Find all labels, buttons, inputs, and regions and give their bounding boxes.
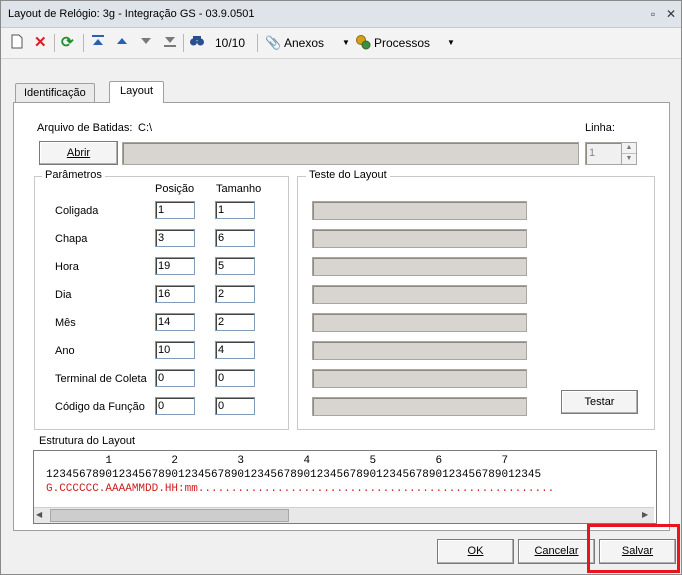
position-input-dia[interactable]: 16 bbox=[155, 285, 195, 303]
file-path-field bbox=[122, 142, 579, 165]
spinner-up-icon[interactable]: ▲ bbox=[622, 143, 636, 154]
line-label: Linha: bbox=[585, 122, 615, 134]
position-input-ano[interactable]: 10 bbox=[155, 341, 195, 359]
parameters-title: Parâmetros bbox=[42, 169, 105, 181]
size-input-mes[interactable]: 2 bbox=[215, 313, 255, 331]
test-button[interactable]: Testar bbox=[561, 390, 638, 414]
position-input-chapa[interactable]: 3 bbox=[155, 229, 195, 247]
batidas-file-label: Arquivo de Batidas: bbox=[37, 122, 133, 134]
size-input-coligada[interactable]: 1 bbox=[215, 201, 255, 219]
scroll-left-icon[interactable]: ◀ bbox=[36, 510, 42, 519]
test-result-field bbox=[312, 257, 527, 276]
line-field[interactable]: 1 bbox=[585, 142, 626, 165]
structure-layout-line: G.CCCCCC.AAAAMMDD.HH:mm.................… bbox=[46, 483, 555, 495]
processes-dropdown-icon[interactable]: ▼ bbox=[447, 34, 455, 52]
toolbar: ✕ ⟳ 10/10 📎 Anexos ▼ Processos ▼ bbox=[1, 28, 681, 59]
param-label: Mês bbox=[55, 317, 76, 329]
structure-digits-ruler: 1234567890123456789012345678901234567890… bbox=[46, 469, 542, 481]
size-input-hora[interactable]: 5 bbox=[215, 257, 255, 275]
param-label: Chapa bbox=[55, 233, 88, 245]
close-icon[interactable]: ✕ bbox=[664, 7, 678, 21]
position-column-header: Posição bbox=[155, 183, 195, 195]
layout-window: Layout de Relógio: 3g - Integração GS - … bbox=[0, 0, 682, 575]
first-record-icon[interactable] bbox=[91, 34, 105, 52]
attachments-menu[interactable]: Anexos bbox=[284, 34, 324, 52]
title-bar: Layout de Relógio: 3g - Integração GS - … bbox=[1, 1, 681, 28]
ok-button-label: OK bbox=[467, 545, 484, 557]
size-column-header: Tamanho bbox=[216, 183, 262, 195]
size-input-ano[interactable]: 4 bbox=[215, 341, 255, 359]
test-result-field bbox=[312, 341, 527, 360]
batidas-file-path: C:\ bbox=[138, 122, 153, 134]
processes-menu[interactable]: Processos bbox=[374, 34, 430, 52]
scroll-right-icon[interactable]: ▶ bbox=[642, 510, 648, 519]
test-result-field bbox=[312, 369, 527, 388]
test-result-field bbox=[312, 397, 527, 416]
next-record-icon[interactable] bbox=[139, 34, 153, 52]
size-input-terminal[interactable]: 0 bbox=[215, 369, 255, 387]
tab-layout[interactable]: Layout bbox=[109, 81, 165, 103]
test-result-field bbox=[312, 229, 527, 248]
test-layout-title: Teste do Layout bbox=[306, 169, 390, 181]
last-record-icon[interactable] bbox=[163, 34, 177, 52]
position-input-terminal[interactable]: 0 bbox=[155, 369, 195, 387]
delete-icon[interactable]: ✕ bbox=[34, 34, 47, 52]
record-counter: 10/10 bbox=[215, 36, 246, 50]
new-record-icon[interactable] bbox=[11, 34, 23, 52]
scrollbar-thumb[interactable] bbox=[50, 509, 289, 522]
line-spinner[interactable]: ▲ ▼ bbox=[621, 142, 637, 165]
processes-icon[interactable] bbox=[355, 34, 371, 52]
test-result-field bbox=[312, 313, 527, 332]
cancel-button[interactable]: Cancelar bbox=[518, 539, 595, 564]
structure-viewer: 1 2 3 4 5 6 7 12345678901234567890123456… bbox=[33, 450, 657, 524]
tab-strip: Identificação Layout bbox=[1, 81, 681, 103]
param-label: Código da Função bbox=[55, 401, 145, 413]
attachment-icon[interactable]: 📎 bbox=[265, 34, 281, 52]
size-input-chapa[interactable]: 6 bbox=[215, 229, 255, 247]
spinner-down-icon[interactable]: ▼ bbox=[622, 154, 636, 164]
refresh-icon[interactable]: ⟳ bbox=[61, 34, 74, 52]
position-input-codigo-funcao[interactable]: 0 bbox=[155, 397, 195, 415]
ok-button[interactable]: OK bbox=[437, 539, 514, 564]
position-input-hora[interactable]: 19 bbox=[155, 257, 195, 275]
horizontal-scrollbar[interactable]: ◀ ▶ bbox=[34, 507, 654, 523]
test-result-field bbox=[312, 285, 527, 304]
position-input-mes[interactable]: 14 bbox=[155, 313, 195, 331]
attachments-dropdown-icon[interactable]: ▼ bbox=[342, 34, 350, 52]
restore-icon[interactable]: ▫ bbox=[646, 7, 660, 21]
test-result-field bbox=[312, 201, 527, 220]
window-title: Layout de Relógio: 3g - Integração GS - … bbox=[8, 8, 255, 20]
param-label: Terminal de Coleta bbox=[55, 373, 147, 385]
size-input-dia[interactable]: 2 bbox=[215, 285, 255, 303]
param-label: Ano bbox=[55, 345, 75, 357]
position-input-coligada[interactable]: 1 bbox=[155, 201, 195, 219]
size-input-codigo-funcao[interactable]: 0 bbox=[215, 397, 255, 415]
structure-tens-ruler: 1 2 3 4 5 6 7 bbox=[46, 455, 509, 467]
previous-record-icon[interactable] bbox=[115, 34, 129, 52]
param-label: Dia bbox=[55, 289, 72, 301]
save-highlight-box bbox=[587, 524, 680, 573]
open-file-button[interactable]: Abrir bbox=[39, 141, 118, 165]
param-label: Hora bbox=[55, 261, 79, 273]
cancel-button-label: Cancelar bbox=[534, 545, 579, 557]
search-icon[interactable] bbox=[189, 34, 205, 52]
tab-identificacao[interactable]: Identificação bbox=[15, 83, 95, 102]
param-label: Coligada bbox=[55, 205, 99, 217]
structure-title: Estrutura do Layout bbox=[39, 435, 136, 447]
